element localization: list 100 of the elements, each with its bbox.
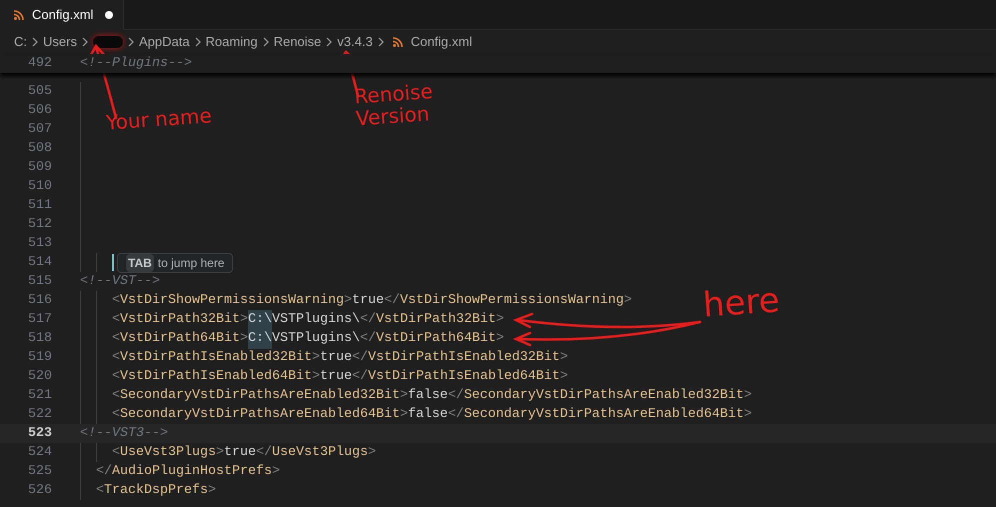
breadcrumb-item[interactable]: AppData bbox=[138, 32, 190, 52]
code-token: TrackDspPrefs bbox=[104, 482, 208, 500]
code-comment: <!--Plugins--> bbox=[80, 54, 192, 73]
code-token: VstDirPath64Bit bbox=[120, 330, 240, 348]
code-token: VstDirPathIsEnabled64Bit bbox=[368, 368, 560, 386]
code-token: VSTPlugins\ bbox=[272, 330, 360, 348]
line-number: 509 bbox=[27, 158, 52, 177]
breadcrumb-item[interactable]: Config.xml bbox=[392, 32, 472, 52]
code-token: VstDirShowPermissionsWarning bbox=[400, 292, 624, 310]
rss-file-icon bbox=[14, 10, 24, 20]
code-token: </ bbox=[96, 462, 112, 481]
line-number: 512 bbox=[27, 216, 52, 234]
line-number: 523 bbox=[27, 424, 52, 443]
code-token: < bbox=[112, 386, 120, 405]
chevron-icon bbox=[326, 37, 332, 47]
line-number: 516 bbox=[27, 292, 52, 310]
code-token: </ bbox=[352, 348, 368, 367]
code-token: > bbox=[368, 444, 376, 462]
code-token: < bbox=[112, 330, 120, 348]
handwritten-note: here bbox=[702, 289, 780, 317]
line-number: 505 bbox=[27, 82, 52, 101]
handwritten-note: Your name bbox=[105, 104, 212, 134]
code-token: > bbox=[560, 368, 568, 386]
line-number: 518 bbox=[27, 330, 52, 348]
line-number: 524 bbox=[27, 444, 52, 462]
key-label: TAB bbox=[126, 254, 154, 272]
code-token: VstDirPath32Bit bbox=[120, 310, 240, 329]
code-token: </ bbox=[360, 330, 376, 348]
breadcrumb-item[interactable]: Roaming bbox=[206, 32, 258, 52]
line-number: 517 bbox=[27, 310, 52, 329]
line-number: 525 bbox=[27, 462, 52, 481]
code-token: C:\ bbox=[248, 310, 272, 330]
code-token: > bbox=[272, 462, 280, 481]
code-token: VstDirPathIsEnabled32Bit bbox=[120, 348, 312, 367]
chevron-icon bbox=[262, 37, 269, 47]
code-token: </ bbox=[256, 444, 272, 462]
line-number: 510 bbox=[27, 178, 52, 196]
code-token: > bbox=[496, 330, 504, 348]
line-number: 519 bbox=[27, 348, 52, 367]
redacted-scribble bbox=[92, 36, 123, 48]
code-token: true bbox=[320, 368, 352, 386]
line-number: 492 bbox=[27, 54, 52, 73]
line-number: 521 bbox=[27, 386, 52, 405]
text-cursor bbox=[112, 254, 114, 271]
line-number: 513 bbox=[27, 234, 52, 253]
code-token: > bbox=[744, 386, 752, 405]
code-token: < bbox=[112, 444, 120, 462]
code-token: < bbox=[112, 310, 120, 329]
code-token: > bbox=[344, 292, 352, 310]
code-comment: <!--VST--> bbox=[80, 272, 160, 291]
hint-text: to jump here bbox=[158, 254, 224, 272]
code-token: true bbox=[352, 292, 384, 310]
code-token: SecondaryVstDirPathsAreEnabled64Bit bbox=[464, 406, 744, 424]
code-token: > bbox=[496, 310, 504, 329]
code-token: > bbox=[240, 330, 248, 348]
code-token: true bbox=[224, 444, 256, 462]
code-token: false bbox=[408, 406, 448, 424]
code-token: VSTPlugins\ bbox=[272, 310, 360, 329]
line-number: 506 bbox=[27, 102, 52, 120]
code-token: > bbox=[560, 348, 568, 367]
code-token: </ bbox=[360, 310, 376, 329]
code-token: VstDirPathIsEnabled32Bit bbox=[368, 348, 560, 367]
code-token: < bbox=[96, 482, 104, 500]
line-number: 515 bbox=[27, 272, 52, 291]
code-token: < bbox=[112, 292, 120, 310]
code-token: VstDirPathIsEnabled64Bit bbox=[120, 368, 312, 386]
code-token: C:\ bbox=[248, 328, 272, 348]
code-token: UseVst3Plugs bbox=[272, 444, 368, 462]
chevron-icon bbox=[194, 37, 201, 47]
breadcrumb-item[interactable]: Users bbox=[43, 32, 77, 52]
code-token: < bbox=[112, 406, 120, 424]
breadcrumb-item[interactable]: v3.4.3 bbox=[337, 32, 373, 52]
code-token: > bbox=[312, 368, 320, 386]
breadcrumb-item[interactable]: C: bbox=[14, 32, 27, 52]
code-token: SecondaryVstDirPathsAreEnabled64Bit bbox=[120, 406, 400, 424]
code-token: true bbox=[320, 348, 352, 367]
code-token: </ bbox=[448, 386, 464, 405]
code-token: > bbox=[624, 292, 632, 310]
code-token: VstDirShowPermissionsWarning bbox=[120, 292, 344, 310]
code-token: false bbox=[408, 386, 448, 405]
code-token: AudioPluginHostPrefs bbox=[112, 462, 272, 481]
code-token: > bbox=[216, 444, 224, 462]
line-number: 514 bbox=[27, 254, 52, 272]
line-number: 511 bbox=[27, 196, 52, 215]
code-token: UseVst3Plugs bbox=[120, 444, 216, 462]
code-token: > bbox=[744, 406, 752, 424]
line-number: 520 bbox=[27, 368, 52, 386]
handwritten-note: Renoise Version bbox=[354, 78, 434, 130]
chevron-icon bbox=[378, 37, 384, 47]
breadcrumb-item[interactable]: Renoise bbox=[274, 32, 322, 52]
code-token: > bbox=[312, 348, 320, 367]
editor-tab[interactable]: Config.xml bbox=[0, 0, 124, 30]
code-token: VstDirPath64Bit bbox=[376, 330, 496, 348]
rss-file-icon bbox=[392, 37, 403, 47]
code-token: < bbox=[112, 368, 120, 386]
code-token: </ bbox=[352, 368, 368, 386]
code-token: > bbox=[400, 406, 408, 424]
line-number: 508 bbox=[27, 140, 52, 158]
code-token: </ bbox=[448, 406, 464, 424]
chevron-icon bbox=[82, 37, 88, 47]
